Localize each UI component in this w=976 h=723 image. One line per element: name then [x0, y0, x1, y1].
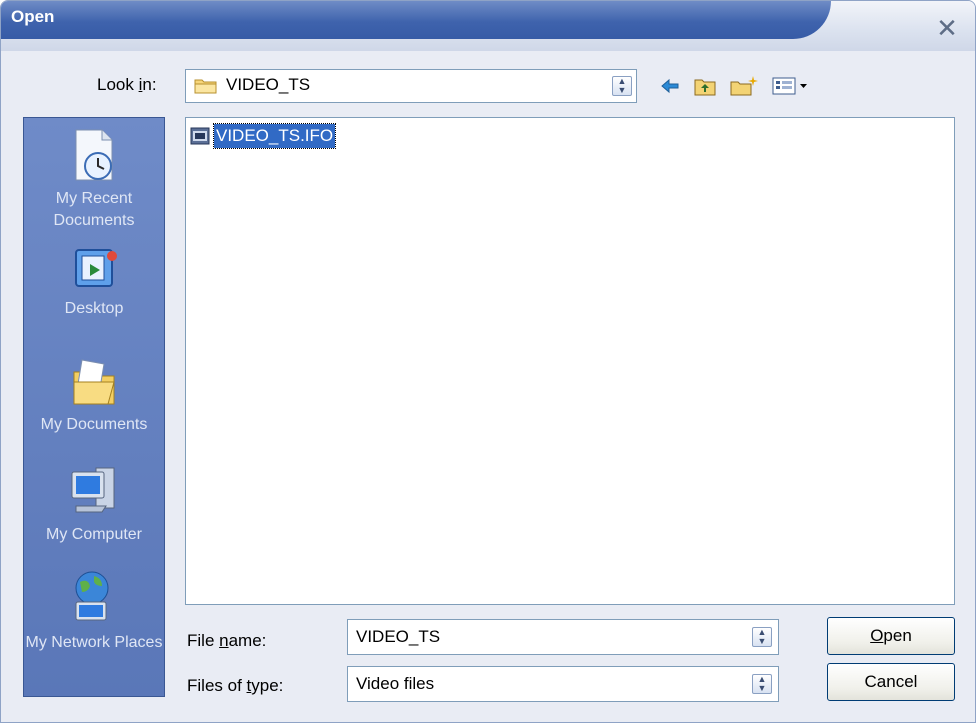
up-folder-icon[interactable]	[693, 75, 717, 97]
recent-documents-icon	[75, 129, 113, 181]
place-my-computer[interactable]: My Computer	[24, 462, 164, 546]
title-tab: Open	[1, 1, 831, 39]
place-desktop[interactable]: Desktop	[24, 244, 164, 320]
place-my-documents[interactable]: My Documents	[24, 356, 164, 436]
up-down-arrows-icon: ▲ ▼	[757, 674, 767, 693]
file-name-input[interactable]: VIDEO_TS	[356, 627, 440, 647]
desktop-icon	[75, 249, 117, 287]
open-dialog: Open ✕ Look in: VIDEO_TS ▲ ▼ My Recent D…	[0, 0, 976, 723]
view-menu-icon[interactable]	[771, 75, 811, 97]
places-bar: My Recent Documents Desktop My Documents	[23, 117, 165, 697]
place-my-network-places[interactable]: My Network Places	[24, 568, 164, 654]
look-in-label: Look in:	[97, 75, 157, 94]
file-name-label: File name:	[187, 631, 267, 650]
file-type-label: Files of type:	[187, 676, 284, 695]
look-in-value: VIDEO_TS	[226, 75, 311, 94]
place-label: My Network Places	[25, 634, 163, 651]
open-button[interactable]: Open	[827, 617, 955, 655]
back-arrow-icon[interactable]	[659, 75, 681, 97]
my-documents-icon	[73, 359, 115, 405]
title-bar: Open ✕	[1, 1, 975, 51]
file-type-combo[interactable]: Video files ▲ ▼	[347, 666, 779, 702]
place-label: My Documents	[40, 416, 148, 433]
folder-icon	[194, 79, 217, 94]
file-list[interactable]: VIDEO_TS.IFO	[185, 117, 955, 605]
place-my-recent-documents[interactable]: My Recent Documents	[24, 128, 164, 232]
open-button-label: O	[870, 626, 884, 645]
file-name-dropdown-button[interactable]: ▲ ▼	[752, 627, 772, 647]
place-label: My Computer	[45, 526, 143, 543]
file-name-combo[interactable]: VIDEO_TS ▲ ▼	[347, 619, 779, 655]
dialog-title: Open	[11, 7, 55, 26]
place-label: Desktop	[64, 300, 124, 317]
network-places-icon	[75, 571, 109, 621]
up-down-arrows-icon: ▲ ▼	[757, 627, 767, 646]
place-label: My Recent Documents	[53, 190, 135, 229]
file-type-dropdown-button[interactable]: ▲ ▼	[752, 674, 772, 694]
file-name-label: VIDEO_TS.IFO	[212, 123, 337, 149]
up-down-arrows-icon: ▲ ▼	[617, 76, 627, 95]
look-in-dropdown-button[interactable]: ▲ ▼	[612, 76, 632, 96]
new-folder-icon[interactable]	[729, 75, 759, 97]
cancel-button[interactable]: Cancel	[827, 663, 955, 701]
cancel-button-label: Cancel	[864, 672, 918, 691]
close-button[interactable]: ✕	[931, 13, 963, 43]
file-type-value: Video files	[356, 674, 435, 693]
look-in-combo[interactable]: VIDEO_TS ▲ ▼	[185, 69, 637, 103]
close-icon: ✕	[936, 13, 958, 43]
my-computer-icon	[71, 467, 115, 513]
ifo-file-icon	[190, 127, 210, 145]
